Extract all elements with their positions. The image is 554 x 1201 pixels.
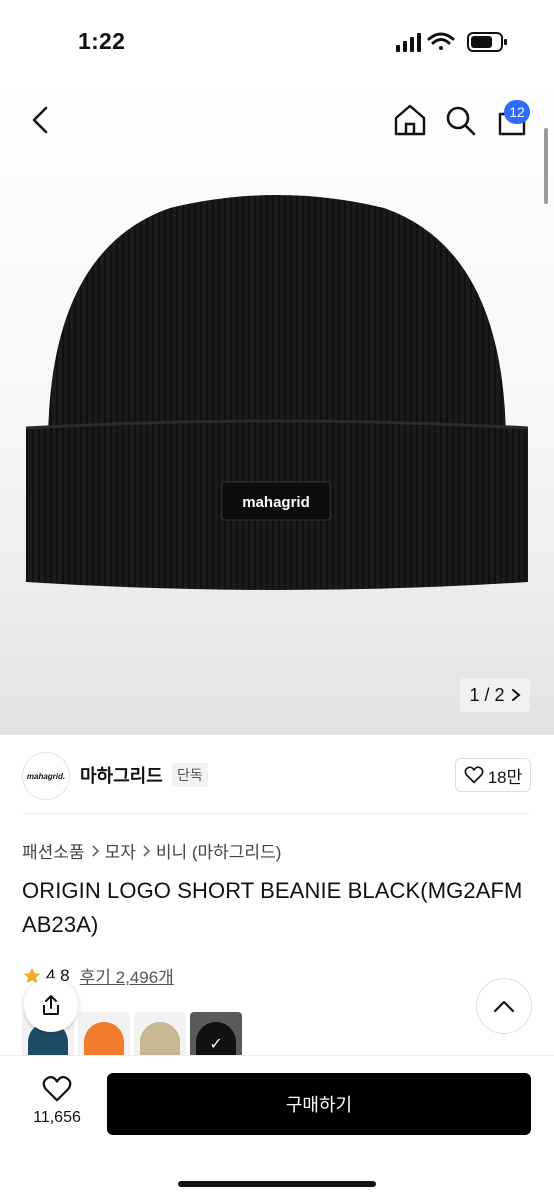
image-counter-text: 1 / 2 — [469, 684, 505, 705]
wifi-icon — [427, 32, 455, 50]
exclusive-tag: 단독 — [172, 763, 208, 787]
hat-label-text: mahagrid — [242, 494, 310, 511]
signal-icon — [396, 33, 421, 52]
cart-count-badge: 12 — [504, 100, 530, 124]
beanie-image: mahagrid — [25, 195, 529, 590]
breadcrumb: 패션소품 모자 비니 (마하그리드) — [22, 838, 281, 863]
chevron-right-icon — [91, 844, 99, 857]
breadcrumb-item-beanie[interactable]: 비니 (마하그리드) — [156, 838, 282, 863]
product-title: ORIGIN LOGO SHORT BEANIE BLACK(MG2AFMAB2… — [22, 878, 523, 937]
chevron-right-icon — [143, 844, 150, 857]
like-count: 18만 — [487, 767, 523, 787]
home-indicator — [178, 1181, 376, 1187]
review-count-link[interactable]: 후기 2,496개 — [80, 963, 174, 988]
brand-logo[interactable]: mahagrid. — [22, 752, 70, 800]
like-button[interactable]: 18만 — [455, 758, 531, 792]
swatch-beige[interactable] — [134, 1012, 186, 1058]
swatch-orange[interactable] — [78, 1012, 130, 1058]
status-time: 1:22 — [78, 28, 126, 54]
heart-icon — [464, 766, 484, 784]
search-icon[interactable] — [440, 100, 480, 140]
wishlist-button[interactable]: 11,656 — [22, 1075, 92, 1135]
breadcrumb-item-fashion-accessories[interactable]: 패션소품 — [22, 838, 85, 863]
brand-logo-text: mahagrid. — [26, 771, 66, 781]
home-icon[interactable] — [390, 100, 430, 140]
system-status-icons — [396, 32, 507, 52]
battery-icon — [467, 32, 507, 52]
heart-icon — [42, 1075, 72, 1102]
swatch-black-selected[interactable]: ✓ — [190, 1012, 242, 1058]
scroll-to-top-button[interactable] — [476, 978, 532, 1034]
wishlist-count: 11,656 — [33, 1109, 81, 1126]
divider — [22, 813, 530, 814]
share-icon — [43, 995, 59, 1015]
scrollbar[interactable] — [544, 128, 548, 204]
share-button[interactable] — [24, 978, 78, 1032]
brand-name[interactable]: 마하그리드 — [80, 762, 163, 788]
image-counter[interactable]: 1 / 2 — [460, 678, 530, 712]
chevron-right-icon — [511, 689, 521, 701]
chevron-up-icon — [493, 1000, 515, 1013]
buy-button[interactable]: 구매하기 — [107, 1073, 531, 1135]
back-arrow-icon[interactable] — [22, 100, 62, 140]
breadcrumb-item-hats[interactable]: 모자 — [105, 838, 136, 863]
check-icon: ✓ — [209, 1036, 223, 1053]
